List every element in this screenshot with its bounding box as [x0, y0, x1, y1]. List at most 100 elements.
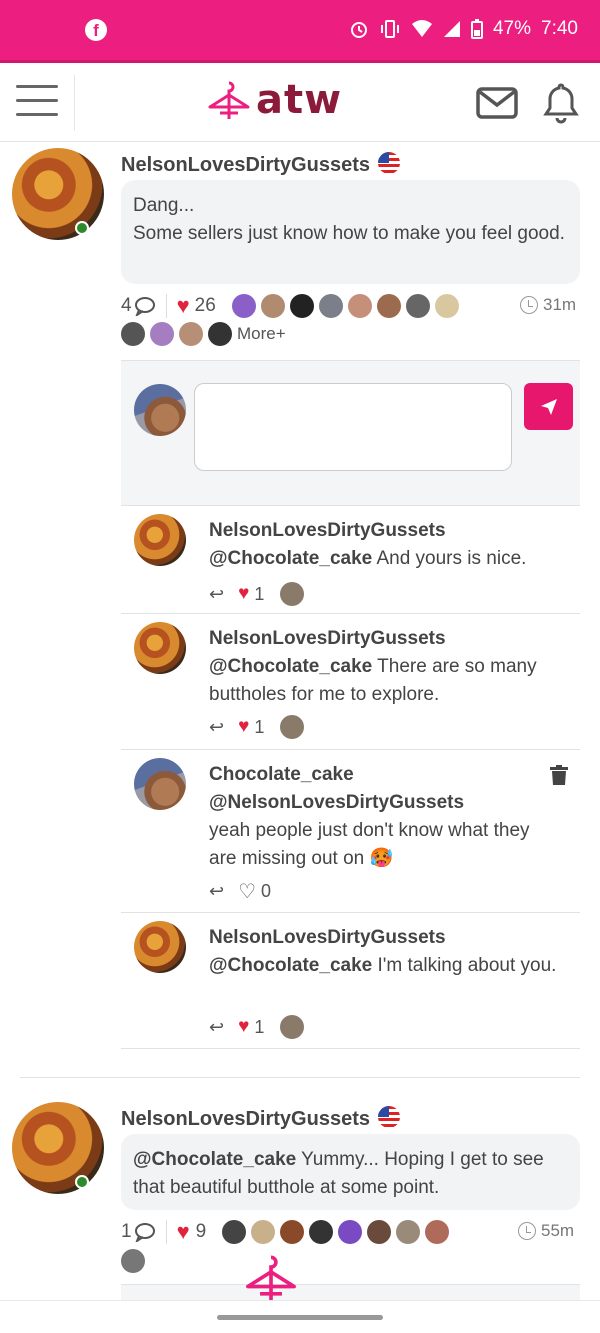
- liker-avatar[interactable]: [231, 294, 256, 318]
- hanger-watermark-icon: [246, 1255, 296, 1302]
- liker-avatar[interactable]: [251, 1220, 276, 1244]
- comment-icon[interactable]: [134, 1222, 156, 1242]
- liker-avatar[interactable]: [289, 294, 314, 318]
- liker-avatar[interactable]: [396, 1220, 421, 1244]
- liker-avatar[interactable]: [338, 1220, 363, 1244]
- comment-count: 1: [121, 1221, 132, 1242]
- clock-icon: [520, 296, 538, 314]
- reply-author-avatar[interactable]: [134, 921, 186, 973]
- send-button[interactable]: [524, 383, 573, 430]
- likers-row-2: [121, 1249, 150, 1273]
- hanger-logo-icon: [208, 81, 250, 119]
- like-heart-icon[interactable]: ♥: [238, 583, 249, 605]
- bell-icon[interactable]: [543, 81, 579, 125]
- liker-avatar[interactable]: [280, 715, 305, 739]
- post-stats: 1 ♥ 9: [121, 1219, 454, 1245]
- post-author-name[interactable]: NelsonLovesDirtyGussets: [121, 1106, 400, 1131]
- post-text: @Chocolate_cake Yummy... Hoping I get to…: [121, 1134, 580, 1210]
- liker-avatar[interactable]: [121, 322, 145, 346]
- reply-text: I'm talking about you.: [377, 955, 557, 976]
- reply-actions: ↩ ♥ 1: [209, 1015, 309, 1039]
- liker-avatar[interactable]: [121, 1249, 145, 1273]
- status-bar: f 47% 7:40: [0, 0, 600, 60]
- reply-actions: ↩ ♥ 1: [209, 582, 309, 606]
- reply-mention[interactable]: @Chocolate_cake: [209, 656, 372, 677]
- like-heart-icon[interactable]: ♥: [177, 293, 190, 319]
- post-mention[interactable]: @Chocolate_cake: [133, 1149, 296, 1170]
- like-heart-icon[interactable]: ♥: [238, 1016, 249, 1038]
- online-status-dot: [75, 1175, 89, 1189]
- like-count: 26: [194, 295, 216, 316]
- comment-icon[interactable]: [134, 296, 156, 316]
- reply-author-name[interactable]: NelsonLovesDirtyGussets: [209, 628, 446, 649]
- reply-author-name[interactable]: NelsonLovesDirtyGussets: [209, 927, 446, 948]
- reply-body: Chocolate_cake @NelsonLovesDirtyGussets …: [209, 761, 559, 873]
- liker-avatar[interactable]: [222, 1220, 247, 1244]
- reply-like-count: 0: [261, 881, 272, 901]
- liker-avatar[interactable]: [347, 294, 372, 318]
- liker-avatar[interactable]: [280, 1220, 305, 1244]
- liker-avatar[interactable]: [367, 1220, 392, 1244]
- like-heart-icon[interactable]: ♥: [238, 716, 249, 738]
- liker-avatar[interactable]: [318, 294, 343, 318]
- reply-arrow-icon[interactable]: ↩: [209, 881, 224, 902]
- reply-mention[interactable]: @Chocolate_cake: [209, 548, 372, 569]
- reply-text: yeah people just don't know what they ar…: [209, 820, 530, 869]
- comment-input[interactable]: [194, 383, 512, 471]
- online-status-dot: [75, 221, 89, 235]
- liker-avatar[interactable]: [280, 1015, 305, 1039]
- reply-actions: ↩ ♥ 1: [209, 715, 309, 739]
- liker-avatar[interactable]: [150, 322, 174, 346]
- mail-icon[interactable]: [476, 87, 518, 119]
- app-header: atw: [0, 60, 600, 142]
- reply-arrow-icon[interactable]: ↩: [209, 584, 224, 605]
- reply-author-avatar[interactable]: [134, 622, 186, 674]
- like-heart-icon[interactable]: ♥: [177, 1219, 190, 1245]
- reply-arrow-icon[interactable]: ↩: [209, 1017, 224, 1038]
- us-flag-icon: [377, 152, 400, 174]
- battery-level: 47%: [492, 18, 532, 39]
- liker-avatar[interactable]: [280, 582, 305, 606]
- logo-text: atw: [256, 77, 343, 123]
- liker-avatar[interactable]: [376, 294, 401, 318]
- post-author-avatar[interactable]: [12, 148, 104, 240]
- alarm-icon: [350, 22, 367, 38]
- signal-icon: [443, 21, 460, 37]
- like-heart-outline-icon[interactable]: ♡: [238, 879, 256, 904]
- hamburger-menu-icon[interactable]: [16, 85, 58, 119]
- vibrate-icon: [380, 20, 399, 38]
- like-count: 9: [195, 1221, 207, 1242]
- reply-author-avatar[interactable]: [134, 758, 186, 810]
- reply-author-name[interactable]: Chocolate_cake: [209, 764, 354, 785]
- site-logo[interactable]: atw: [206, 77, 342, 123]
- reply-author-avatar[interactable]: [134, 514, 186, 566]
- reply-author-name[interactable]: NelsonLovesDirtyGussets: [209, 520, 446, 541]
- reply-like-count: 1: [254, 583, 265, 604]
- paper-plane-icon: [540, 398, 557, 415]
- liker-avatar[interactable]: [405, 294, 430, 318]
- liker-avatar[interactable]: [260, 294, 285, 318]
- status-icons: 47% 7:40: [349, 18, 578, 40]
- reply-mention[interactable]: @Chocolate_cake: [209, 955, 372, 976]
- home-gesture-bar[interactable]: [217, 1315, 383, 1320]
- reply-arrow-icon[interactable]: ↩: [209, 717, 224, 738]
- reply-mention[interactable]: @NelsonLovesDirtyGussets: [209, 792, 464, 813]
- liker-avatar[interactable]: [425, 1220, 450, 1244]
- comment-count: 4: [121, 295, 132, 316]
- liker-avatar[interactable]: [309, 1220, 334, 1244]
- reply-text: And yours is nice.: [376, 548, 527, 569]
- post-author-name[interactable]: NelsonLovesDirtyGussets: [121, 152, 400, 177]
- post-separator: [20, 1077, 580, 1078]
- post-author-avatar[interactable]: [12, 1102, 104, 1194]
- likers-row-2: More+: [121, 322, 286, 346]
- liker-avatar[interactable]: [179, 322, 203, 346]
- reply-like-count: 1: [254, 716, 265, 737]
- liker-avatar[interactable]: [434, 294, 459, 318]
- more-likers-link[interactable]: More+: [237, 324, 286, 344]
- post-timestamp: 31m: [520, 295, 576, 315]
- next-comment-section: [121, 1284, 580, 1300]
- reply-body: NelsonLovesDirtyGussets @Chocolate_cake …: [209, 625, 559, 709]
- reply-body: NelsonLovesDirtyGussets @Chocolate_cake …: [209, 924, 559, 980]
- reply-item: Chocolate_cake @NelsonLovesDirtyGussets …: [121, 750, 580, 913]
- liker-avatar[interactable]: [208, 322, 232, 346]
